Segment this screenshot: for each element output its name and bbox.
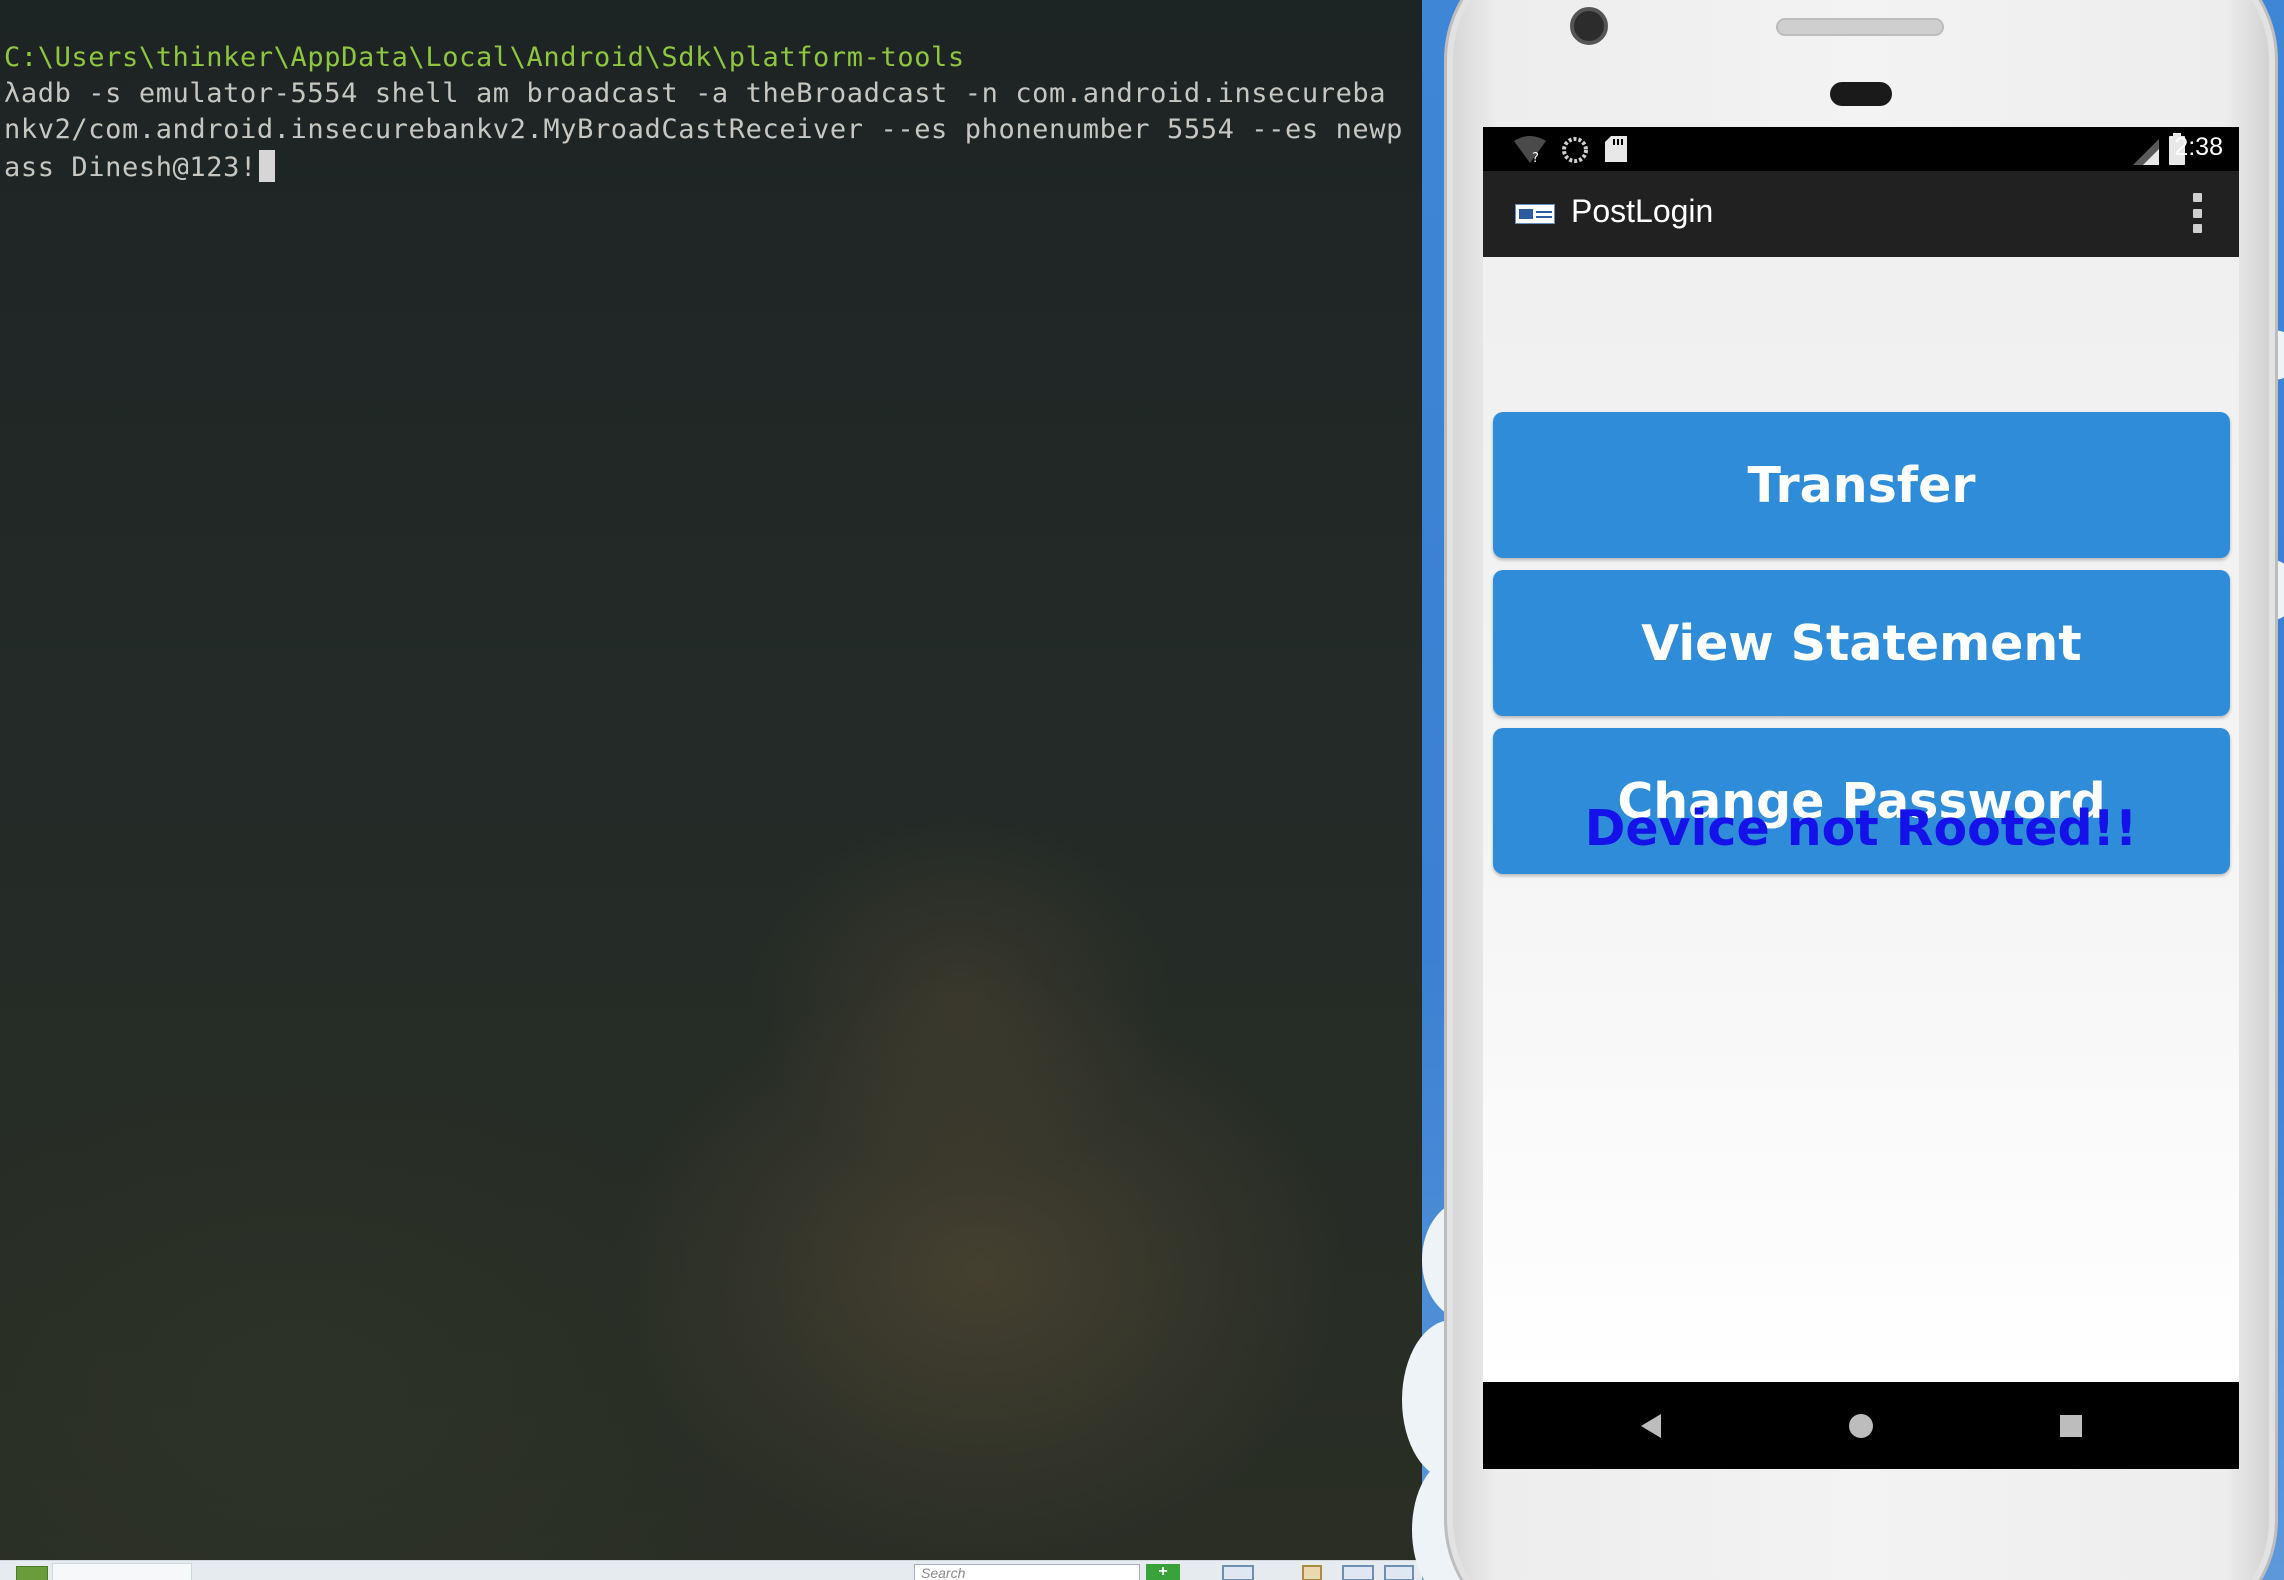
view-statement-button[interactable]: View Statement xyxy=(1493,570,2230,716)
new-console-button[interactable]: + xyxy=(1146,1564,1180,1580)
back-icon[interactable] xyxy=(1601,1382,1701,1469)
root-status-text: Device not Rooted!! xyxy=(1584,800,2138,857)
terminal-taskbar: Search + xyxy=(0,1560,1422,1580)
taskbar-search-input[interactable]: Search xyxy=(914,1564,1140,1580)
phone-screen: ? 2:38 PostLogin Transfer View Statement… xyxy=(1483,127,2239,1469)
lock-icon[interactable] xyxy=(1302,1565,1322,1580)
menu-icon[interactable] xyxy=(1384,1565,1414,1580)
home-icon[interactable] xyxy=(1811,1382,1911,1469)
app-title: PostLogin xyxy=(1571,193,1714,229)
insecurebank-logo-icon xyxy=(1515,204,1555,224)
android-nav-bar xyxy=(1483,1382,2239,1469)
console-tab[interactable] xyxy=(52,1563,192,1580)
split-view-icon[interactable] xyxy=(1222,1565,1254,1580)
svg-text:?: ? xyxy=(1532,151,1539,165)
terminal-command-line-2: nkv2/com.android.insecurebankv2.MyBroadC… xyxy=(4,114,1403,145)
console-app-icon[interactable] xyxy=(16,1566,48,1580)
terminal-window[interactable]: C:\Users\thinker\AppData\Local\Android\S… xyxy=(0,0,1422,1560)
sync-icon xyxy=(1562,137,1588,163)
app-toolbar: PostLogin xyxy=(1483,171,2239,257)
terminal-command-line-3-wrap: ass Dinesh@123! xyxy=(4,150,275,183)
terminal-command-line-3: ass Dinesh@123! xyxy=(4,152,257,183)
recents-icon[interactable] xyxy=(2021,1382,2121,1469)
terminal-command-line-1: λadb -s emulator-5554 shell am broadcast… xyxy=(4,78,1387,109)
transfer-button[interactable]: Transfer xyxy=(1493,412,2230,558)
cell-signal-icon xyxy=(2133,139,2159,165)
earpiece-speaker xyxy=(1776,18,1944,36)
android-status-bar: ? 2:38 xyxy=(1483,127,2239,171)
front-camera xyxy=(1570,7,1608,45)
overflow-menu-icon[interactable] xyxy=(2191,193,2203,233)
terminal-path-line: C:\Users\thinker\AppData\Local\Android\S… xyxy=(4,42,965,73)
wifi-unknown-icon: ? xyxy=(1514,136,1546,165)
sd-card-icon xyxy=(1605,136,1627,162)
terminal-cursor xyxy=(258,150,275,182)
proximity-sensor xyxy=(1830,82,1892,106)
layout-icon[interactable] xyxy=(1342,1565,1374,1580)
status-time: 2:38 xyxy=(2174,133,2223,161)
